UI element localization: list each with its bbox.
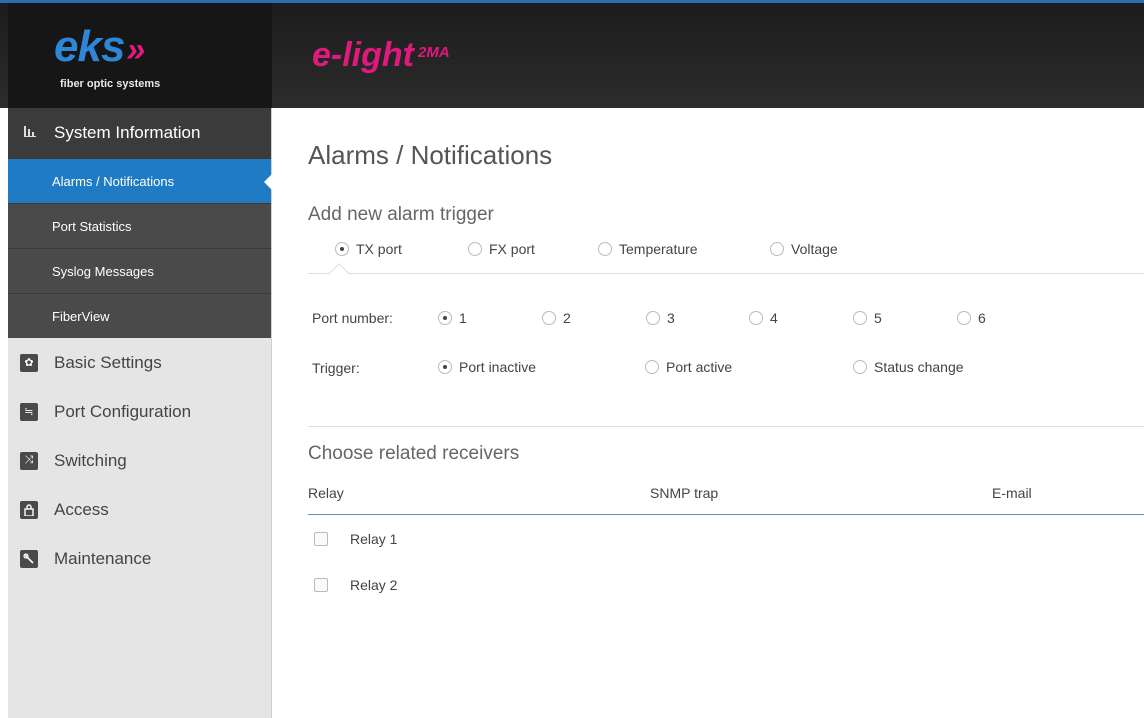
relay-2-checkbox-row[interactable]: Relay 2 [314,577,397,593]
tabs-divider [308,273,1144,274]
sidebar-item-basic-settings[interactable]: ✿ Basic Settings [8,338,271,387]
tab-label: TX port [356,241,402,257]
port-number-label: Port number: [312,310,393,326]
main-content: Alarms / Notifications Add new alarm tri… [272,108,1144,718]
relay-label: Relay 2 [350,577,398,593]
sidebar-item-switching[interactable]: ⤨ Switching [8,436,271,485]
wrench-icon [20,549,38,568]
radio-selected-icon [335,242,349,256]
add-trigger-heading: Add new alarm trigger [308,204,494,225]
checkbox[interactable] [314,578,328,592]
option-label: 5 [874,310,882,326]
sidebar-item-label: Basic Settings [54,352,162,372]
tab-voltage[interactable]: Voltage [770,241,838,257]
gear-icon: ✿ [20,353,38,372]
relay-1-checkbox-row[interactable]: Relay 1 [314,531,397,547]
radio-icon [645,360,659,374]
radio-selected-icon [438,311,452,325]
product-suffix: 2MA [417,44,450,61]
column-header-snmp-trap: SNMP trap [650,485,719,501]
app-header: eks» fiber optic systems e-light 2MA [0,3,1144,108]
radio-icon [853,311,867,325]
product-name: e-light [312,36,414,74]
sidebar-item-maintenance[interactable]: Maintenance [8,534,271,583]
sidebar-section-system-information[interactable]: System Information [8,108,271,158]
port-number-option-6[interactable]: 6 [957,310,986,326]
page-title: Alarms / Notifications [308,140,553,170]
radio-selected-icon [438,360,452,374]
sidebar-item-label: Port Statistics [52,218,132,234]
option-label: Port active [666,359,733,375]
sidebar-item-label: Access [54,499,109,519]
logo-subtitle: fiber optic systems [60,78,161,90]
option-label: 2 [563,310,571,326]
active-tab-indicator [329,263,349,283]
sidebar-item-label: Syslog Messages [52,263,154,279]
option-label: 3 [667,310,675,326]
radio-icon [853,360,867,374]
column-header-relay: Relay [308,485,344,501]
port-number-option-4[interactable]: 4 [749,310,778,326]
option-label: 6 [978,310,986,326]
sidebar-item-syslog-messages[interactable]: Syslog Messages [8,248,271,293]
sidebar-item-label: Maintenance [54,548,152,568]
radio-icon [957,311,971,325]
trigger-option-port-inactive[interactable]: Port inactive [438,359,536,375]
tab-label: FX port [489,241,535,257]
sidebar-item-fiberview[interactable]: FiberView [8,293,271,338]
logo-arrows-icon: » [126,31,145,69]
sidebar-item-access[interactable]: Access [8,485,271,534]
port-config-icon: ≒ [20,402,38,421]
radio-icon [468,242,482,256]
sidebar-item-label: Alarms / Notifications [52,173,175,189]
sidebar-section-label: System Information [54,123,201,142]
trigger-option-status-change[interactable]: Status change [853,359,964,375]
option-label: 4 [770,310,778,326]
company-logo[interactable]: eks» fiber optic systems [8,3,272,108]
tab-label: Temperature [619,241,698,257]
port-number-option-5[interactable]: 5 [853,310,882,326]
tab-tx-port[interactable]: TX port [335,241,402,257]
checkbox[interactable] [314,532,328,546]
radio-icon [598,242,612,256]
receivers-heading: Choose related receivers [308,443,520,464]
sidebar-item-port-statistics[interactable]: Port Statistics [8,203,271,248]
sidebar-item-label: FiberView [52,308,110,324]
shuffle-icon: ⤨ [20,451,38,470]
port-number-option-1[interactable]: 1 [438,310,467,326]
section-divider [308,426,1144,427]
column-header-email: E-mail [992,485,1032,501]
port-number-option-2[interactable]: 2 [542,310,571,326]
bar-chart-icon [24,126,38,140]
lock-icon [20,500,38,519]
logo-wordmark: eks» [54,22,145,72]
trigger-option-port-active[interactable]: Port active [645,359,732,375]
relay-label: Relay 1 [350,531,398,547]
radio-icon [646,311,660,325]
tab-label: Voltage [791,241,838,257]
sidebar-item-label: Port Configuration [54,401,192,421]
radio-icon [749,311,763,325]
trigger-label: Trigger: [312,360,360,376]
tab-fx-port[interactable]: FX port [468,241,535,257]
option-label: Port inactive [459,359,537,375]
radio-icon [542,311,556,325]
tab-temperature[interactable]: Temperature [598,241,698,257]
product-title: e-light 2MA [312,35,450,75]
sidebar-item-alarms-notifications[interactable]: Alarms / Notifications [8,158,272,203]
option-label: Status change [874,359,964,375]
radio-icon [770,242,784,256]
port-number-option-3[interactable]: 3 [646,310,675,326]
sidebar-item-label: Switching [54,450,127,470]
logo-text: eks [54,22,125,71]
option-label: 1 [459,310,467,326]
table-header-underline [308,514,1144,515]
sidebar-item-port-configuration[interactable]: ≒ Port Configuration [8,387,271,436]
sidebar: System Information Alarms / Notification… [8,108,272,718]
